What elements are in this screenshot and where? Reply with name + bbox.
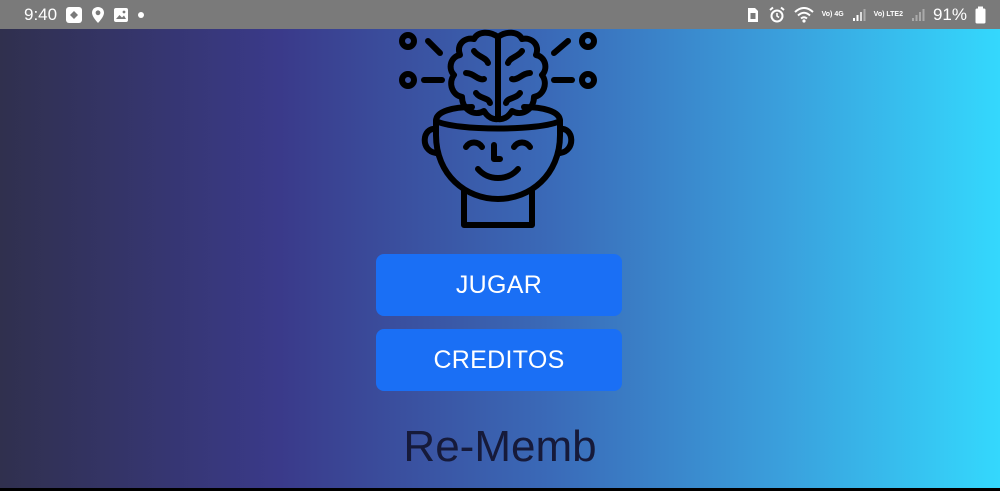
status-bar: 9:40 Vo) 4G Vo) LTE2 91% <box>0 0 1000 29</box>
location-icon <box>91 6 105 24</box>
wifi-icon <box>793 6 814 23</box>
battery-icon <box>975 6 986 24</box>
network-label-2: Vo) LTE2 <box>874 11 903 18</box>
dot-icon <box>137 11 145 19</box>
gallery-icon <box>113 7 129 23</box>
signal-icon <box>852 8 866 22</box>
credits-button[interactable]: CREDITOS <box>376 329 622 391</box>
app-screen: JUGAR CREDITOS Re-Memb <box>0 29 1000 488</box>
status-time: 9:40 <box>24 4 58 24</box>
status-bar-left: 9:40 <box>24 5 145 25</box>
app-notification-icon <box>65 6 83 24</box>
network-label-2-text: Vo) LTE2 <box>873 11 903 18</box>
play-button[interactable]: JUGAR <box>376 254 622 316</box>
signal-icon-2 <box>911 8 925 22</box>
battery-percent: 91% <box>932 4 967 24</box>
app-title: Re-Memb <box>403 422 597 471</box>
brain-head-icon <box>392 29 604 233</box>
status-bar-right: Vo) 4G Vo) LTE2 91% <box>746 5 986 25</box>
alarm-icon <box>768 6 786 24</box>
network-label-1-text: Vo) 4G <box>821 11 844 18</box>
sim-icon <box>746 7 760 23</box>
network-label-1: Vo) 4G <box>822 11 844 18</box>
